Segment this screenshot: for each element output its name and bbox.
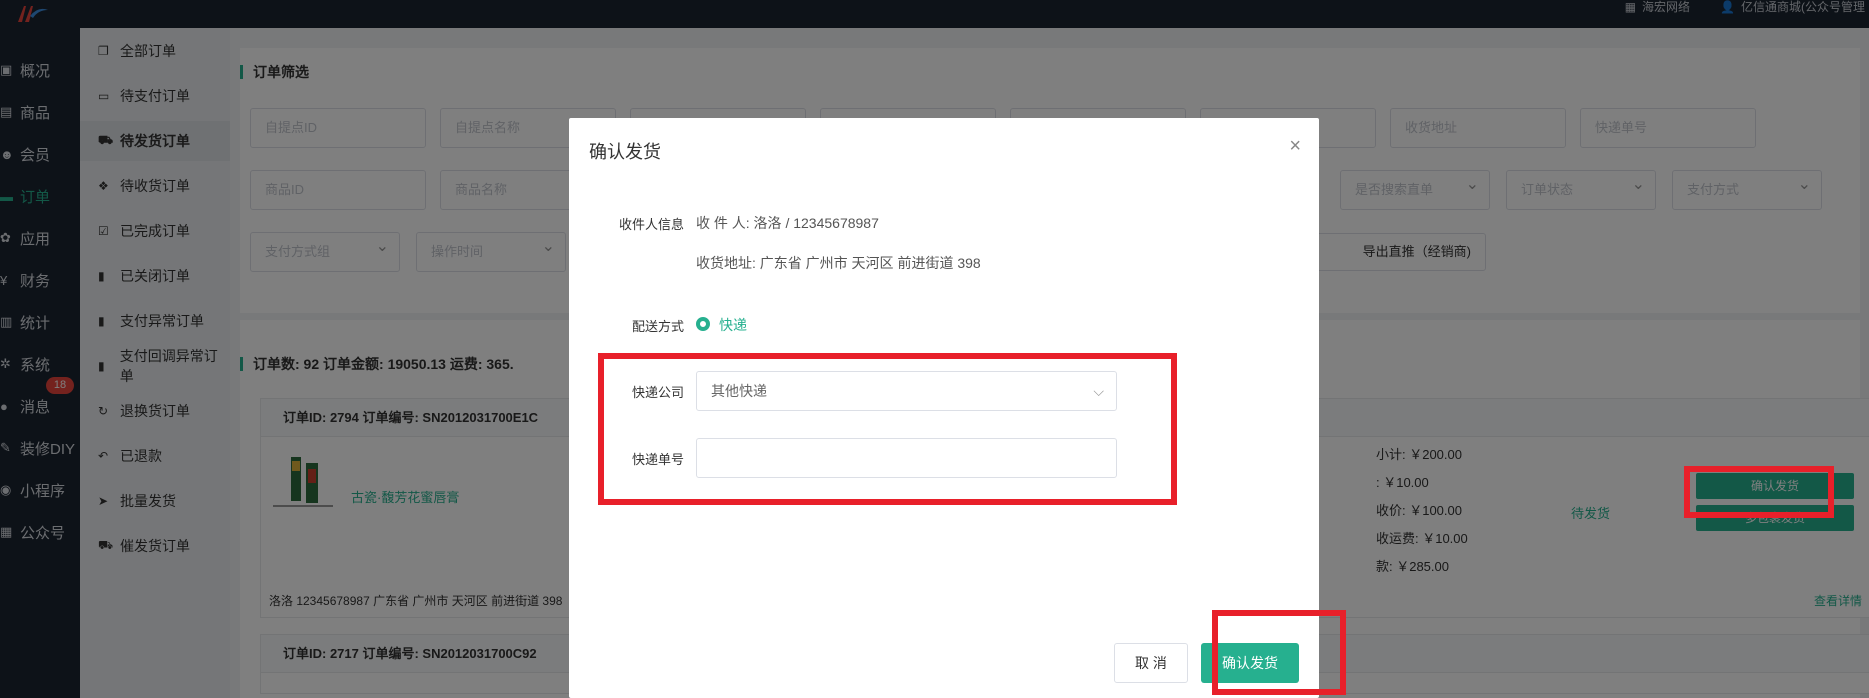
- recipient-info: 收 件 人: 洛洛 / 12345678987: [696, 215, 879, 231]
- delivery-label: 配送方式: [631, 319, 684, 334]
- express-radio[interactable]: [696, 317, 710, 331]
- express-radio-label[interactable]: 快递: [719, 315, 747, 335]
- cancel-button[interactable]: 取 消: [1114, 643, 1188, 683]
- close-icon[interactable]: ×: [1289, 136, 1301, 156]
- annotation-box-row-confirm: [1684, 466, 1834, 518]
- recipient-label: 收件人信息: [618, 217, 684, 232]
- dialog-title: 确认发货: [589, 142, 661, 162]
- annotation-box-courier: [598, 353, 1177, 505]
- annotation-box-confirm: [1212, 610, 1346, 695]
- recipient-address: 收货地址: 广东省 广州市 天河区 前进街道 398: [696, 255, 981, 271]
